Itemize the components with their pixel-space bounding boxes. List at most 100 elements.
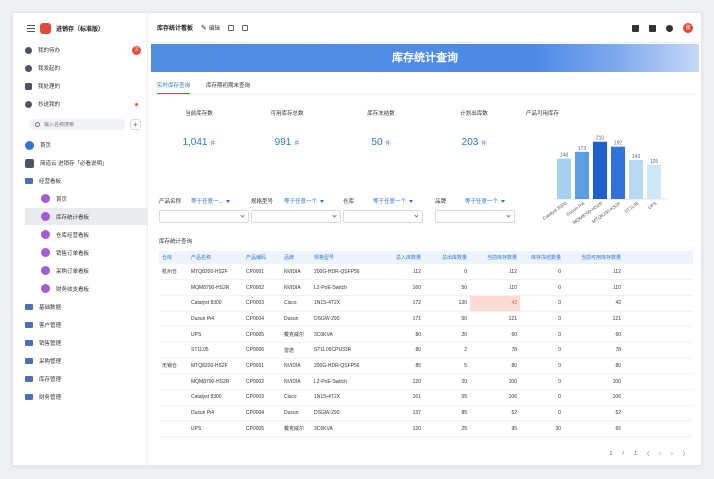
table-cell: CP0001	[243, 358, 281, 375]
document-icon	[25, 158, 34, 168]
table-row[interactable]: ST1L05 CP0006 雷迭 ST1L05CPU33R 80 2 78 0 78	[159, 342, 693, 359]
table-row[interactable]: Dusun Pi4 CP0004 Dusun DSGW-290 137 85 52 0 52	[159, 405, 693, 422]
sidebar-item-guide[interactable]: 简道云 进销存「必看说明」	[25, 155, 147, 171]
table-cell: 80	[374, 342, 424, 359]
add-button[interactable]: +	[130, 119, 141, 130]
sidebar-item-todo[interactable]: 我的待办 3	[25, 42, 147, 58]
column-header[interactable]: 产品编码	[243, 251, 281, 264]
sidebar-sub-purchase[interactable]: 采购订单看板	[25, 262, 147, 279]
table-row[interactable]: 无锡仓 MTQ8200-HS2F CP0001 NVIDIA 200G-HDR-QSFP…	[159, 358, 693, 375]
filter-operator[interactable]: 等于任意一个	[465, 197, 506, 205]
filter-input-warehouse[interactable]	[343, 210, 423, 223]
table-cell: CP0002	[243, 279, 281, 296]
sidebar-group-customer[interactable]: 客户管理	[25, 317, 147, 333]
table-cell: MQM8790-HS2R	[188, 373, 243, 390]
share-icon[interactable]	[227, 24, 234, 31]
table-cell: 80	[374, 326, 424, 343]
table-cell: Cisco	[281, 295, 311, 312]
sidebar-sub-warehouse[interactable]: 仓库经营看板	[25, 226, 147, 243]
sidebar-item-cc[interactable]: 抄送我的	[25, 96, 147, 112]
chart-bar[interactable]	[611, 146, 625, 199]
table-container[interactable]: 仓库 产品名称 产品编码 品牌 规格型号 总入库数量 总出库数量 当前库存数量 库存冻结数量 当前…	[159, 251, 693, 445]
table-row[interactable]: Catalyst 8300 CP0003 Cisco 1N1S-4T2X 172 130 4…	[159, 295, 693, 312]
table-row[interactable]: Catalyst 8300 CP0003 Cisco 1N1S-4T2X 161 55 10…	[159, 389, 693, 406]
bag-icon[interactable]	[649, 24, 656, 32]
tab-period[interactable]: 库存期初期末查询	[206, 81, 250, 94]
table-row[interactable]: UPS CP0005 戴克威尔 3C6KVA 80 20 60 0 60	[159, 326, 693, 343]
sidebar-sub-home[interactable]: 首页	[25, 190, 147, 207]
sidebar-group-dashboards[interactable]: 经营看板	[25, 173, 147, 189]
table-cell: 杭州仓	[159, 264, 188, 281]
table-cell	[159, 420, 188, 438]
avatar[interactable]: 张	[683, 23, 693, 33]
menu-icon[interactable]	[27, 25, 35, 32]
table-row[interactable]: MQM8790-HS2R CP0002 NVIDIA L2-PoE-Switch 160…	[159, 279, 693, 296]
filter-input-brand[interactable]	[435, 210, 515, 223]
sidebar-sub-inventory[interactable]: 库存统计看板	[25, 208, 147, 225]
sidebar-group-inventory[interactable]: 库存管理	[25, 371, 147, 387]
next-page-icon[interactable]: ›	[671, 451, 673, 457]
fullscreen-icon[interactable]	[241, 24, 248, 31]
help-icon[interactable]	[666, 24, 673, 32]
table-cell-filler	[624, 311, 693, 328]
chart-bar[interactable]	[557, 158, 571, 199]
sidebar-item-home[interactable]: 首页	[25, 137, 147, 153]
column-header[interactable]: 当前库存数量	[470, 251, 520, 264]
sidebar-group-sales[interactable]: 销售管理	[25, 335, 147, 351]
chart-bar[interactable]	[593, 141, 607, 199]
table-cell: 戴克威尔	[281, 420, 311, 438]
table-cell: 100	[470, 373, 520, 390]
filter-input-spec[interactable]	[251, 210, 341, 223]
column-header[interactable]: 品牌	[281, 251, 311, 264]
table-cell: 161	[374, 389, 424, 406]
search-input[interactable]	[44, 121, 124, 128]
column-header[interactable]: 当前可用库存数量	[564, 251, 624, 264]
page-current: 1	[609, 451, 613, 457]
column-header[interactable]: 规格型号	[311, 251, 374, 264]
available-stock-chart: 148Catalyst 8300173Dusun Pi4210MQM8790-H…	[542, 136, 667, 225]
sidebar-group-purchase[interactable]: 采购管理	[25, 353, 147, 369]
filter-operator[interactable]: 等于任意一个	[373, 197, 414, 205]
chevron-down-icon	[240, 213, 245, 218]
sidebar-group-basic[interactable]: 基础数据	[25, 299, 147, 315]
book-icon[interactable]	[632, 24, 639, 32]
prev-page-icon[interactable]: ‹	[659, 451, 661, 457]
table-row[interactable]: MQM8790-HS2R CP0002 NVIDIA L2-PoE-Switch 120…	[159, 373, 693, 390]
table-cell: CP0003	[243, 295, 281, 312]
filter-operator[interactable]: 等于任意一...	[191, 197, 231, 205]
column-header[interactable]: 仓库	[159, 251, 188, 264]
table-row[interactable]: Dusun Pi4 CP0004 Dusun DSGW-290 171 50 121 0 121	[159, 311, 693, 328]
column-header[interactable]: 产品名称	[188, 251, 243, 264]
column-header[interactable]: 总出库数量	[424, 251, 470, 264]
chart-bar[interactable]	[647, 164, 661, 199]
filter-operator-label: 等于任意一个	[284, 199, 318, 205]
table-cell: 80	[564, 358, 624, 375]
table-cell: 5	[424, 358, 470, 375]
sidebar-sub-sales[interactable]: 销售订单看板	[25, 244, 147, 261]
table-row[interactable]: 杭州仓 MTQ8200-HS2F CP0001 NVIDIA 200G-HDR-QSFP…	[159, 264, 693, 281]
table-row[interactable]: UPS CP0005 戴克威尔 3C6KVA 120 25 95 30 65	[159, 420, 693, 438]
column-header[interactable]: 总入库数量	[374, 251, 424, 264]
first-page-icon[interactable]: ⟨	[647, 451, 649, 457]
table-cell: 120	[374, 373, 424, 390]
column-header[interactable]: 库存冻结数量	[520, 251, 564, 264]
sidebar-group-finance[interactable]: 财务管理	[25, 389, 147, 405]
sidebar-item-label: 财务收支看板	[56, 286, 90, 293]
sidebar-item-handled[interactable]: 我处理的	[25, 78, 147, 94]
bell-icon	[25, 46, 32, 54]
edit-button[interactable]: ✎ 编辑	[201, 24, 220, 32]
table-cell: 25	[424, 420, 470, 438]
tab-realtime[interactable]: 实时库存查询	[157, 81, 191, 94]
sidebar-search[interactable]	[29, 119, 126, 130]
filter-operator[interactable]: 等于任意一个	[284, 197, 325, 205]
filter-input-product[interactable]	[159, 210, 249, 223]
table-cell: 0	[520, 279, 564, 296]
folder-icon	[25, 376, 33, 382]
table-cell: 106	[564, 389, 624, 406]
chart-bar[interactable]	[629, 160, 643, 199]
table-cell: UPS	[188, 326, 243, 343]
last-page-icon[interactable]: ⟩	[683, 451, 685, 457]
chart-bar[interactable]	[575, 151, 589, 199]
sidebar-item-initiated[interactable]: 我发起的	[25, 60, 147, 76]
sidebar-sub-finance[interactable]: 财务收支看板	[25, 280, 147, 297]
